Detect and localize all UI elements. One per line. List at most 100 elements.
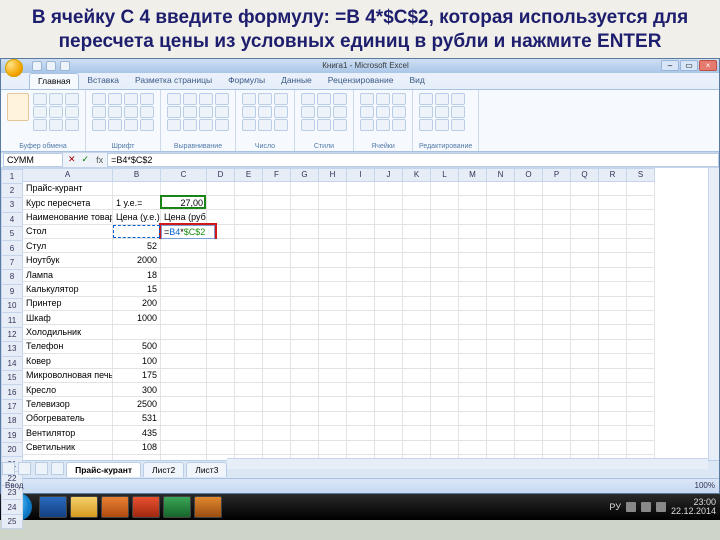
cell[interactable] [161, 340, 207, 354]
cell[interactable] [627, 383, 655, 397]
cell[interactable] [161, 311, 207, 325]
ribbon-btn[interactable] [301, 119, 315, 131]
ribbon-btn[interactable] [215, 106, 229, 118]
ribbon-btn[interactable] [108, 93, 122, 105]
cell[interactable] [543, 311, 571, 325]
col-header[interactable]: P [543, 168, 571, 182]
cell[interactable]: 531 [113, 412, 161, 426]
cell[interactable] [487, 426, 515, 440]
cell[interactable] [235, 253, 263, 267]
cell[interactable] [459, 282, 487, 296]
cell[interactable] [291, 311, 319, 325]
cell[interactable] [319, 354, 347, 368]
cell[interactable] [291, 426, 319, 440]
cell[interactable] [291, 253, 319, 267]
sheet-tab[interactable]: Лист2 [143, 462, 184, 477]
ribbon-btn[interactable] [451, 93, 465, 105]
col-header[interactable]: Q [571, 168, 599, 182]
cell[interactable] [235, 412, 263, 426]
cell[interactable] [459, 311, 487, 325]
cell[interactable]: Вентилятор [23, 426, 113, 440]
cell[interactable] [347, 340, 375, 354]
cell[interactable] [515, 340, 543, 354]
cell[interactable] [263, 297, 291, 311]
cell[interactable] [347, 354, 375, 368]
ribbon-btn[interactable] [108, 106, 122, 118]
taskbar-app-icon[interactable] [132, 496, 160, 518]
cell[interactable] [403, 196, 431, 210]
cell[interactable] [375, 412, 403, 426]
cell[interactable] [291, 225, 319, 239]
ribbon-btn[interactable] [124, 93, 138, 105]
cell[interactable] [263, 210, 291, 224]
cell[interactable] [487, 412, 515, 426]
cell[interactable] [599, 311, 627, 325]
cancel-icon[interactable]: ✕ [65, 154, 79, 165]
cell[interactable] [161, 325, 207, 339]
cell[interactable] [515, 441, 543, 455]
ribbon-btn[interactable] [183, 93, 197, 105]
cell[interactable] [431, 397, 459, 411]
ribbon-btn[interactable] [140, 119, 154, 131]
cell[interactable] [627, 210, 655, 224]
row-header[interactable]: 16 [1, 385, 23, 399]
cell[interactable] [459, 268, 487, 282]
sheet-first-icon[interactable] [2, 462, 15, 475]
cell[interactable] [543, 210, 571, 224]
cell[interactable] [543, 282, 571, 296]
cell[interactable] [161, 441, 207, 455]
cell[interactable] [543, 354, 571, 368]
cell[interactable] [487, 383, 515, 397]
cell[interactable] [375, 426, 403, 440]
ribbon-btn[interactable] [215, 119, 229, 131]
cell[interactable] [487, 311, 515, 325]
cell[interactable]: Принтер [23, 297, 113, 311]
cell[interactable] [161, 354, 207, 368]
cell[interactable] [161, 182, 207, 196]
cell[interactable] [347, 182, 375, 196]
cell[interactable] [319, 282, 347, 296]
cell[interactable] [207, 441, 235, 455]
cell[interactable] [599, 426, 627, 440]
cell[interactable]: 2500 [113, 397, 161, 411]
cell[interactable]: Калькулятор [23, 282, 113, 296]
cell[interactable] [403, 282, 431, 296]
cell[interactable] [543, 182, 571, 196]
cell[interactable] [207, 253, 235, 267]
titlebar[interactable]: Книга1 - Microsoft Excel – ▭ × [1, 59, 719, 73]
cell[interactable] [515, 282, 543, 296]
row-header[interactable]: 19 [1, 429, 23, 443]
cell[interactable] [571, 253, 599, 267]
ribbon-btn[interactable] [49, 119, 63, 131]
horizontal-scrollbar[interactable] [227, 458, 708, 469]
ribbon-btn[interactable] [183, 119, 197, 131]
cell[interactable] [347, 383, 375, 397]
cell[interactable] [161, 455, 207, 460]
cell[interactable] [375, 268, 403, 282]
cell[interactable] [515, 196, 543, 210]
col-header[interactable]: F [263, 168, 291, 182]
cell[interactable] [207, 196, 235, 210]
cell[interactable] [627, 253, 655, 267]
cell[interactable] [319, 412, 347, 426]
row-header[interactable]: 14 [1, 357, 23, 371]
col-header[interactable]: C [161, 168, 207, 182]
cell[interactable] [263, 426, 291, 440]
tray-network-icon[interactable] [641, 502, 651, 512]
cell[interactable] [571, 196, 599, 210]
cell[interactable] [431, 239, 459, 253]
cell[interactable] [515, 239, 543, 253]
cell[interactable] [291, 325, 319, 339]
ribbon-btn[interactable] [199, 119, 213, 131]
cell[interactable]: Стол [23, 225, 113, 239]
cell[interactable] [207, 325, 235, 339]
spreadsheet-grid[interactable]: 1234567891011121314151617181920212223242… [1, 168, 719, 460]
ribbon-btn[interactable] [65, 93, 79, 105]
cell[interactable] [319, 253, 347, 267]
cell[interactable]: Телевизор [23, 397, 113, 411]
cell[interactable] [235, 268, 263, 282]
cell[interactable] [515, 297, 543, 311]
cell[interactable] [291, 383, 319, 397]
cell[interactable] [403, 268, 431, 282]
cell[interactable] [375, 311, 403, 325]
